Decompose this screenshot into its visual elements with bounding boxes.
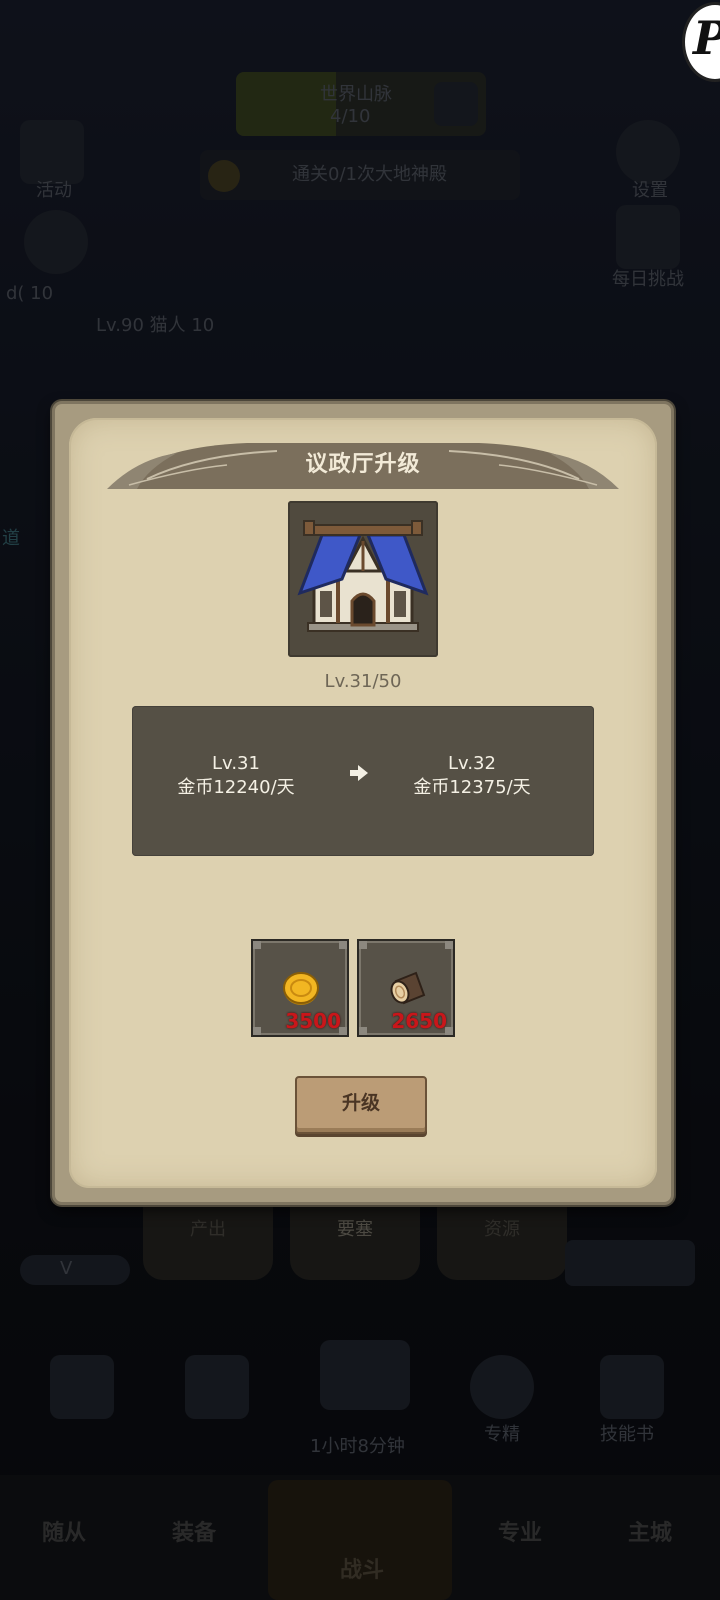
cost-slot-gold[interactable]: 3500 [251,939,349,1037]
current-income: 金币12240/天 [177,777,295,798]
next-level: Lv.32 [448,753,496,774]
upgrade-dialog: 议政厅升级 Lv.31/50 Lv.31 金币12240/天 Lv.32 金币1… [52,401,674,1205]
level-compare-panel: Lv.31 金币12240/天 Lv.32 金币12375/天 [132,706,594,856]
gold-coin-icon [283,972,319,1005]
next-income: 金币12375/天 [413,777,531,798]
current-level: Lv.31 [212,753,260,774]
town-hall-icon [297,520,429,632]
cost-slot-wood[interactable]: 2650 [357,939,455,1037]
upgrade-button[interactable]: 升级 [295,1076,427,1134]
cost-gold-amount: 3500 [285,1009,341,1033]
building-level: Lv.31/50 [324,671,402,692]
current-level-info: Lv.31 金币12240/天 [136,752,336,800]
dialog-title: 议政厅升级 [305,452,421,477]
building-frame [288,501,438,657]
next-level-info: Lv.32 金币12375/天 [372,752,572,800]
cost-wood-amount: 2650 [391,1009,447,1033]
arrow-right-icon [350,765,368,781]
wood-log-icon [390,971,426,1005]
